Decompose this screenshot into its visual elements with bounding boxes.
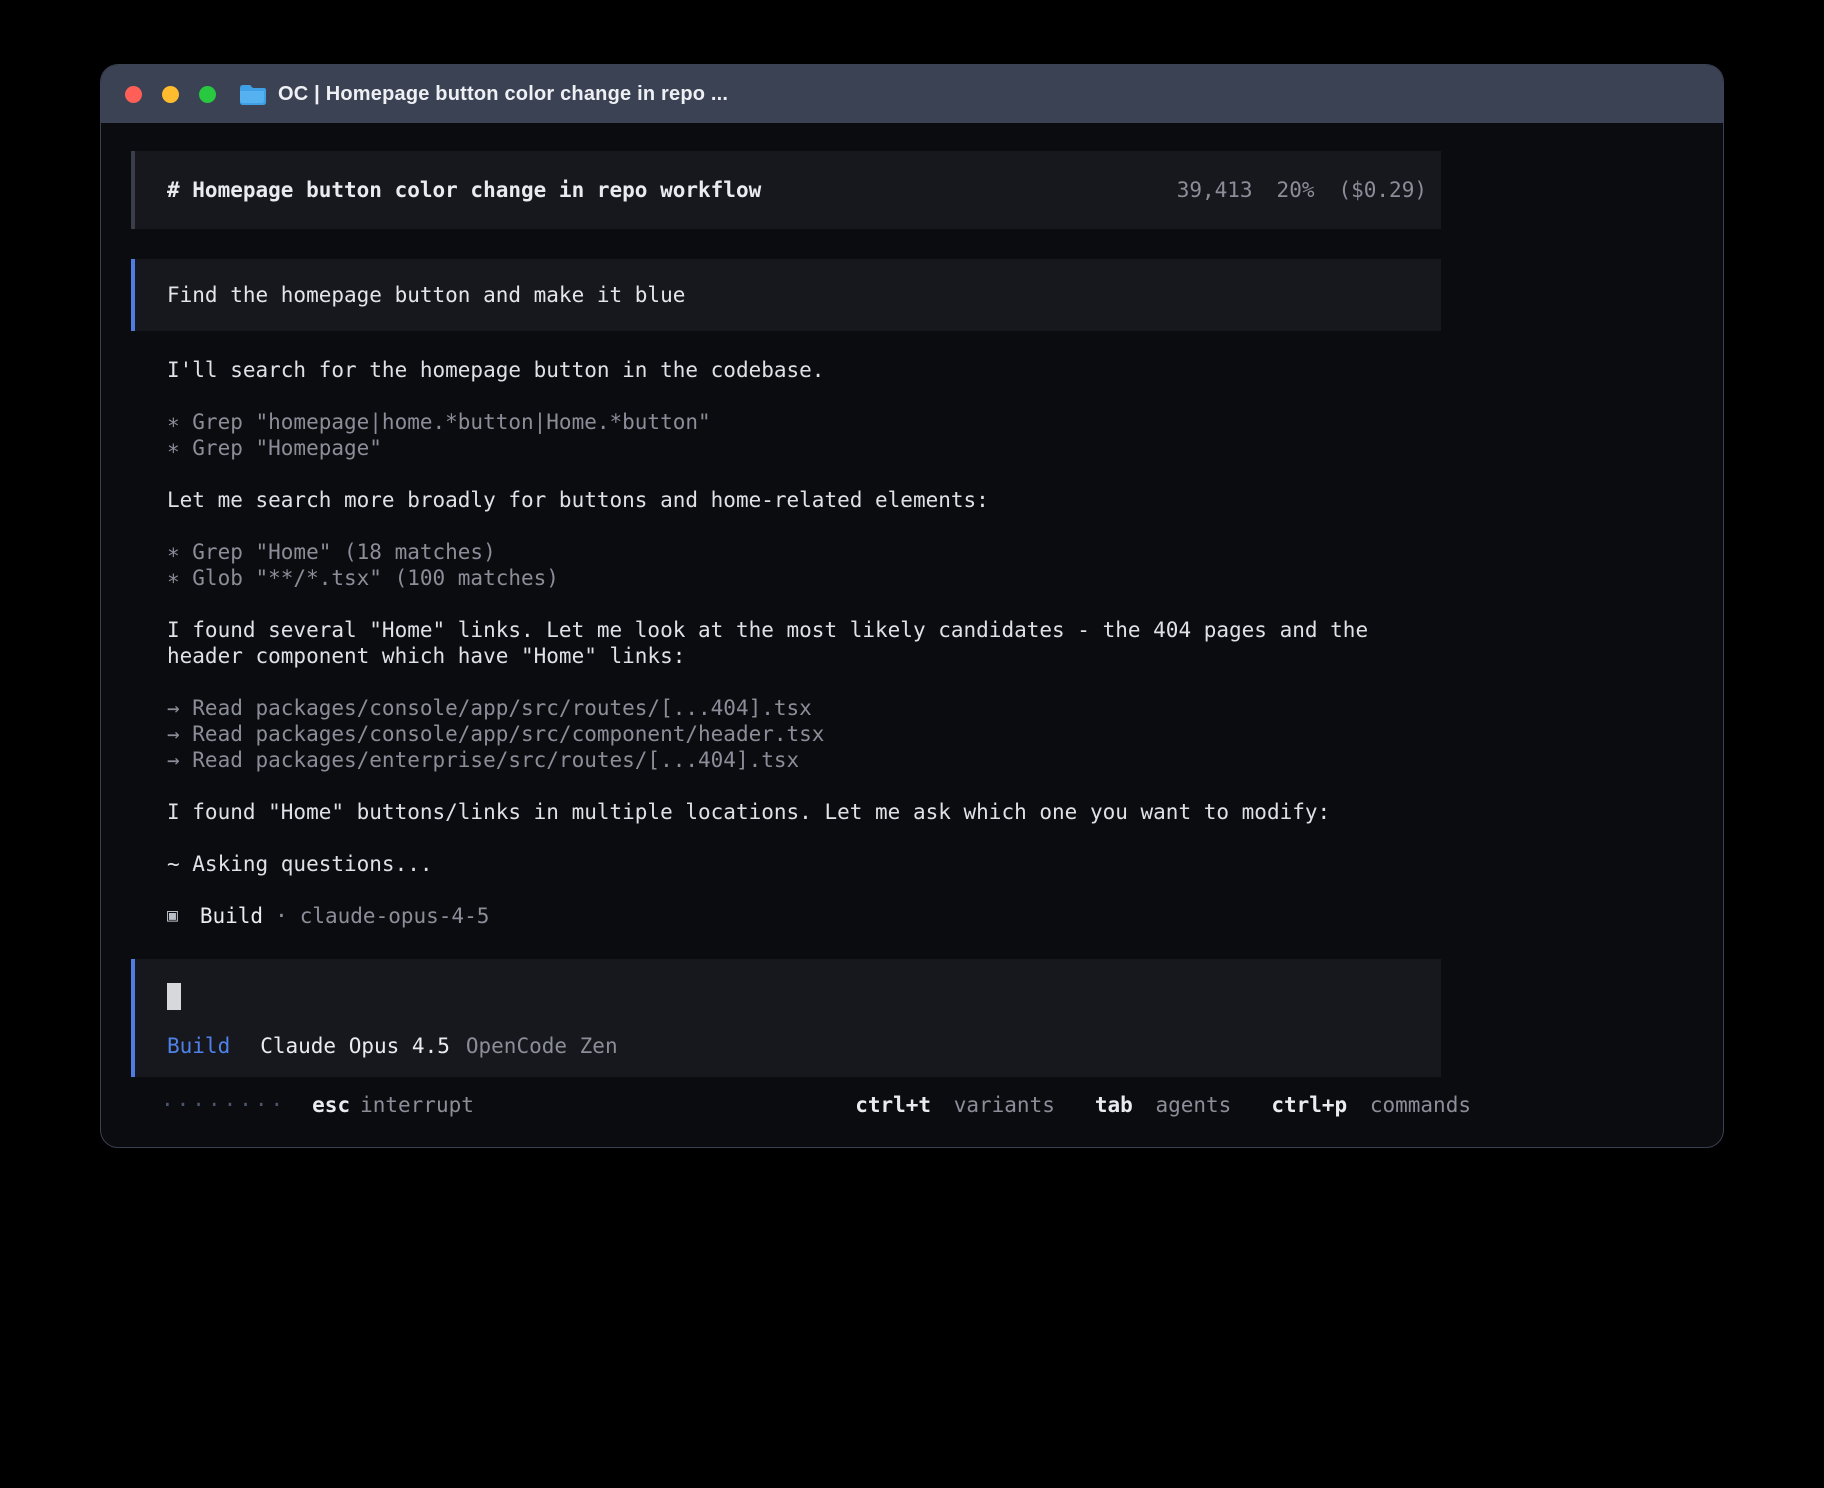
- prompt-input[interactable]: Build Claude Opus 4.5 OpenCode Zen: [131, 959, 1441, 1077]
- minimize-button[interactable]: [162, 86, 179, 103]
- session-cost: ($0.29): [1338, 178, 1427, 202]
- agent-separator: ·: [275, 903, 288, 929]
- spinner-dots: ········: [161, 1093, 286, 1117]
- hint-variants: ctrl+t variants: [855, 1093, 1055, 1117]
- hint-commands: ctrl+p commands: [1271, 1093, 1471, 1117]
- session-stats: 39,413 20% ($0.29): [1153, 178, 1427, 202]
- status-bar-left: ········ esc interrupt: [161, 1093, 474, 1117]
- tool-call-search-group: ∗ Grep "Home" (18 matches) ∗ Glob "**/*.…: [167, 539, 1437, 591]
- folder-icon: [238, 83, 266, 105]
- assistant-message: I found several "Home" links. Let me loo…: [167, 617, 1437, 669]
- ctrl-p-key: ctrl+p: [1271, 1093, 1347, 1117]
- agent-model: claude-opus-4-5: [300, 903, 490, 929]
- terminal-window: OC | Homepage button color change in rep…: [100, 64, 1724, 1148]
- user-message-text: Find the homepage button and make it blu…: [167, 283, 685, 307]
- text-cursor: [167, 983, 181, 1010]
- variants-label: variants: [954, 1093, 1055, 1117]
- hint-agents: tab agents: [1095, 1093, 1231, 1117]
- tool-call-grep-group: ∗ Grep "homepage|home.*button|Home.*butt…: [167, 409, 1437, 461]
- titlebar-title-group: OC | Homepage button color change in rep…: [238, 83, 728, 106]
- model-label[interactable]: Claude Opus 4.5: [260, 1034, 450, 1058]
- agents-label: agents: [1155, 1093, 1231, 1117]
- terminal-content: # Homepage button color change in repo w…: [101, 123, 1723, 1117]
- agent-status: ▣ Build · claude-opus-4-5: [167, 903, 1437, 929]
- zoom-button[interactable]: [199, 86, 216, 103]
- status-bar: ········ esc interrupt ctrl+t variants t…: [161, 1093, 1471, 1117]
- agent-mode-label[interactable]: Build: [167, 1034, 230, 1058]
- status-asking-questions: ~ Asking questions...: [167, 851, 1437, 877]
- esc-key-label: interrupt: [360, 1093, 474, 1117]
- input-meta-row: Build Claude Opus 4.5 OpenCode Zen: [167, 1034, 1409, 1058]
- assistant-message: I found "Home" buttons/links in multiple…: [167, 799, 1437, 825]
- commands-label: commands: [1370, 1093, 1471, 1117]
- window-title: OC | Homepage button color change in rep…: [278, 83, 728, 106]
- tool-call-read-group: → Read packages/console/app/src/routes/[…: [167, 695, 1437, 773]
- build-agent-icon: ▣: [167, 903, 178, 929]
- ctrl-t-key: ctrl+t: [855, 1093, 931, 1117]
- user-message: Find the homepage button and make it blu…: [131, 259, 1441, 331]
- token-count: 39,413: [1177, 178, 1253, 202]
- session-title: # Homepage button color change in repo w…: [167, 178, 761, 202]
- window-titlebar[interactable]: OC | Homepage button color change in rep…: [101, 65, 1723, 123]
- transcript: I'll search for the homepage button in t…: [167, 357, 1437, 929]
- context-percent: 20%: [1277, 178, 1315, 202]
- tab-key: tab: [1095, 1093, 1133, 1117]
- agent-name: Build: [200, 903, 263, 929]
- traffic-lights: [125, 86, 216, 103]
- esc-key-hint: esc: [312, 1093, 350, 1117]
- session-header: # Homepage button color change in repo w…: [131, 151, 1441, 229]
- assistant-message: I'll search for the homepage button in t…: [167, 357, 1437, 383]
- status-bar-right: ctrl+t variants tab agents ctrl+p comman…: [815, 1093, 1471, 1117]
- close-button[interactable]: [125, 86, 142, 103]
- provider-label: OpenCode Zen: [466, 1034, 618, 1058]
- assistant-message: Let me search more broadly for buttons a…: [167, 487, 1437, 513]
